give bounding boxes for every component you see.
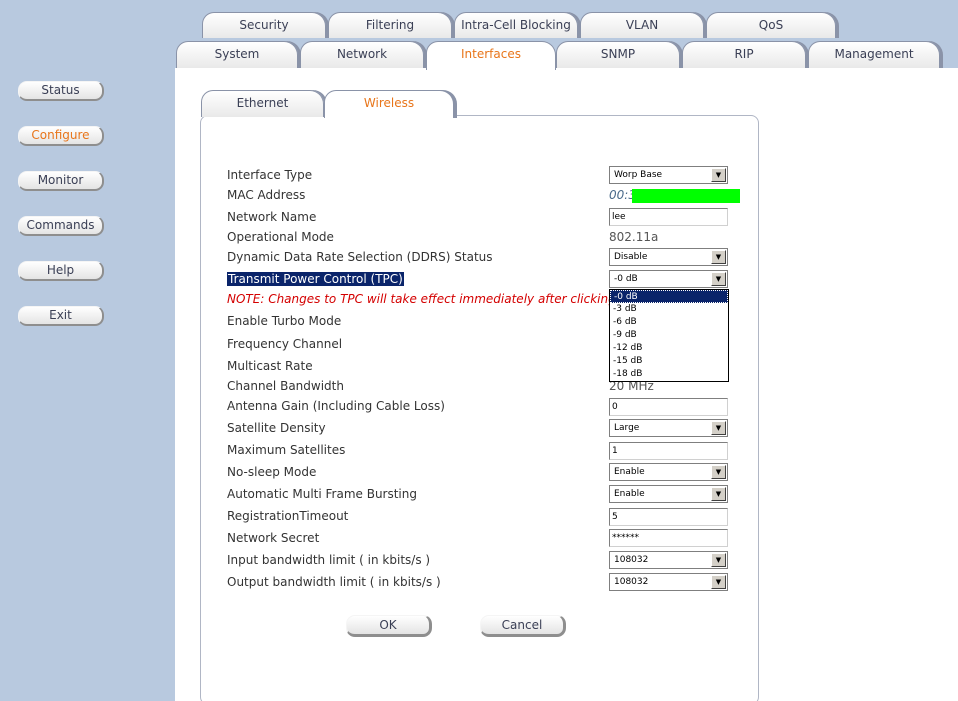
- ambf-value: Enable: [614, 489, 645, 499]
- subtab-ethernet[interactable]: Ethernet: [201, 90, 324, 117]
- tab-filtering[interactable]: Filtering: [328, 12, 452, 38]
- tpc-note: NOTE: Changes to TPC will take effect im…: [227, 292, 612, 306]
- tab-network[interactable]: Network: [300, 41, 424, 68]
- ambf-label: Automatic Multi Frame Bursting: [227, 487, 417, 501]
- tpc-option[interactable]: -6 dB: [610, 316, 728, 329]
- nav-help-button[interactable]: Help: [18, 261, 104, 281]
- interface-type-value: Worp Base: [614, 170, 663, 180]
- chevron-down-icon: ▼: [711, 168, 726, 182]
- tab-security[interactable]: Security: [202, 12, 326, 38]
- ddrs-label: Dynamic Data Rate Selection (DDRS) Statu…: [227, 250, 493, 264]
- chevron-down-icon: ▼: [711, 553, 726, 567]
- antenna-gain-label: Antenna Gain (Including Cable Loss): [227, 399, 445, 413]
- interface-type-select[interactable]: Worp Base ▼: [609, 166, 728, 184]
- chevron-down-icon: ▼: [711, 465, 726, 479]
- maximum-satellites-label: Maximum Satellites: [227, 443, 346, 457]
- satellite-density-label: Satellite Density: [227, 421, 326, 435]
- no-sleep-mode-select[interactable]: Enable ▼: [609, 463, 728, 481]
- tpc-option[interactable]: -15 dB: [610, 355, 728, 368]
- network-name-input[interactable]: lee: [609, 208, 728, 226]
- mac-address-label: MAC Address: [227, 188, 306, 202]
- no-sleep-mode-value: Enable: [614, 467, 645, 477]
- ok-button[interactable]: OK: [346, 615, 432, 637]
- chevron-down-icon: ▼: [711, 487, 726, 501]
- chevron-down-icon: ▼: [711, 250, 726, 264]
- frequency-channel-label: Frequency Channel: [227, 337, 343, 351]
- redaction-bar: [632, 189, 740, 203]
- ddrs-value: Disable: [614, 252, 648, 262]
- nav-configure-button[interactable]: Configure: [18, 126, 104, 146]
- tab-rip[interactable]: RIP: [682, 41, 806, 68]
- chevron-down-icon: ▼: [711, 575, 726, 589]
- input-bandwidth-select[interactable]: 108032 ▼: [609, 551, 728, 569]
- tpc-option[interactable]: -9 dB: [610, 329, 728, 342]
- tab-qos[interactable]: QoS: [706, 12, 836, 38]
- network-name-label: Network Name: [227, 210, 317, 224]
- output-bandwidth-select[interactable]: 108032 ▼: [609, 573, 728, 591]
- network-secret-label: Network Secret: [227, 531, 320, 545]
- channel-bandwidth-label: Channel Bandwidth: [227, 379, 344, 393]
- tpc-option[interactable]: -18 dB: [610, 368, 728, 381]
- satellite-density-value: Large: [614, 423, 640, 433]
- left-sidebar: [0, 0, 175, 701]
- tab-system[interactable]: System: [176, 41, 298, 68]
- registration-timeout-input[interactable]: 5: [609, 508, 728, 526]
- tab-vlan[interactable]: VLAN: [580, 12, 704, 38]
- subtab-wireless[interactable]: Wireless: [324, 90, 454, 118]
- tpc-option[interactable]: -3 dB: [610, 303, 728, 316]
- tab-intra-cell-blocking[interactable]: Intra-Cell Blocking: [454, 12, 578, 38]
- tab-management[interactable]: Management: [808, 41, 940, 68]
- tab-snmp[interactable]: SNMP: [556, 41, 680, 68]
- operational-mode-value: 802.11a: [609, 230, 659, 244]
- tpc-select[interactable]: -0 dB ▼: [609, 270, 728, 288]
- maximum-satellites-input[interactable]: 1: [609, 442, 728, 460]
- multicast-rate-label: Multicast Rate: [227, 359, 313, 373]
- tpc-dropdown-list[interactable]: -0 dB -3 dB -6 dB -9 dB -12 dB -15 dB -1…: [609, 289, 729, 382]
- cancel-button[interactable]: Cancel: [480, 615, 566, 637]
- turbo-mode-label: Enable Turbo Mode: [227, 314, 342, 328]
- satellite-density-select[interactable]: Large ▼: [609, 419, 728, 437]
- nav-commands-button[interactable]: Commands: [18, 216, 104, 236]
- registration-timeout-label: RegistrationTimeout: [227, 509, 349, 523]
- tpc-label: Transmit Power Control (TPC): [227, 272, 404, 286]
- tpc-option[interactable]: -0 dB: [610, 290, 728, 303]
- input-bandwidth-value: 108032: [614, 555, 649, 565]
- ddrs-select[interactable]: Disable ▼: [609, 248, 728, 266]
- antenna-gain-input[interactable]: 0: [609, 398, 728, 416]
- nav-monitor-button[interactable]: Monitor: [18, 171, 104, 191]
- no-sleep-mode-label: No-sleep Mode: [227, 465, 317, 479]
- operational-mode-label: Operational Mode: [227, 230, 334, 244]
- output-bandwidth-value: 108032: [614, 577, 649, 587]
- ambf-select[interactable]: Enable ▼: [609, 485, 728, 503]
- nav-status-button[interactable]: Status: [18, 81, 104, 101]
- chevron-down-icon: ▼: [711, 421, 726, 435]
- tab-interfaces[interactable]: Interfaces: [426, 41, 556, 70]
- input-bandwidth-label: Input bandwidth limit ( in kbits/s ): [227, 553, 431, 567]
- chevron-down-icon: ▼: [711, 272, 726, 286]
- interface-type-label: Interface Type: [227, 168, 313, 182]
- nav-exit-button[interactable]: Exit: [18, 306, 104, 326]
- network-secret-input[interactable]: ******: [609, 529, 728, 547]
- tpc-value: -0 dB: [614, 274, 638, 284]
- tpc-option[interactable]: -12 dB: [610, 342, 728, 355]
- output-bandwidth-label: Output bandwidth limit ( in kbits/s ): [227, 575, 441, 589]
